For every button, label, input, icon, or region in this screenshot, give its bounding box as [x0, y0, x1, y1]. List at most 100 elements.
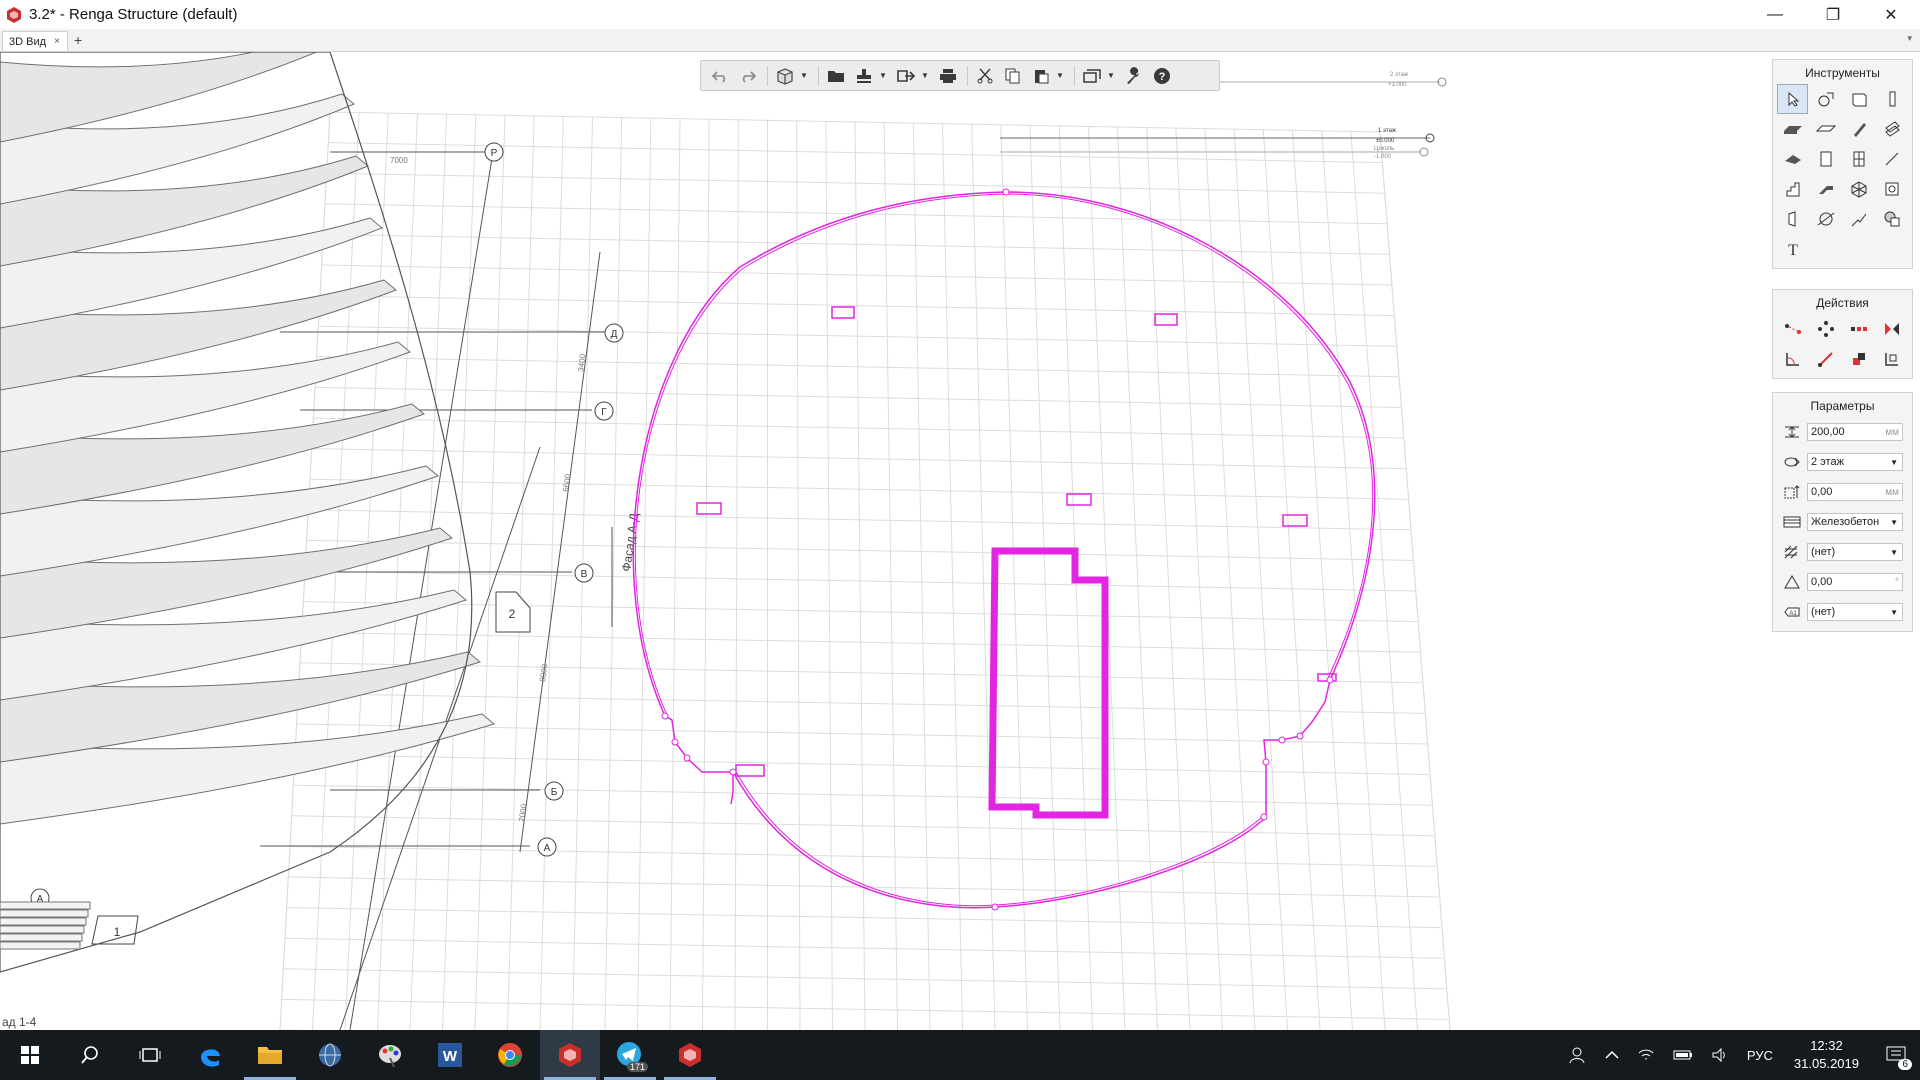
battery-icon[interactable] [1673, 1049, 1693, 1061]
equipment-tool[interactable] [1876, 174, 1907, 204]
stamp-button[interactable] [851, 63, 877, 89]
align-action[interactable] [1876, 344, 1907, 374]
undo-button[interactable] [707, 63, 733, 89]
window-icon [1853, 151, 1864, 167]
material-select[interactable]: Железобетон ▼ [1807, 513, 1903, 531]
tabs-dropdown-icon[interactable]: ▾ [1907, 33, 1912, 44]
paste-button[interactable] [1028, 63, 1054, 89]
window-title: 3.2* - Renga Structure (default) [29, 6, 238, 23]
minimize-button[interactable]: — [1746, 0, 1804, 29]
move-action[interactable] [1777, 314, 1808, 344]
export-dropdown-icon[interactable]: ▼ [921, 71, 931, 80]
volume-icon[interactable] [1711, 1047, 1729, 1063]
wall-tool[interactable] [1843, 84, 1874, 114]
slab-outline[interactable] [632, 191, 1376, 909]
word-app[interactable]: W [420, 1030, 480, 1080]
app-globe[interactable] [300, 1030, 360, 1080]
people-icon[interactable] [1569, 1046, 1587, 1064]
snap-tool[interactable] [1810, 84, 1841, 114]
stamp-dropdown-icon[interactable]: ▼ [879, 71, 889, 80]
viewport-canvas[interactable]: Р Д Г В Б А А 7000 3400 6600 8000 2000 Ф… [0, 52, 1920, 1030]
rotate-action[interactable] [1777, 344, 1808, 374]
notifications-button[interactable]: 6 [1886, 1046, 1912, 1070]
object-tool[interactable] [1843, 174, 1874, 204]
section-label: 1 [114, 925, 121, 939]
beam-tool[interactable] [1843, 114, 1874, 144]
mark-select[interactable]: (нет) ▼ [1807, 603, 1903, 621]
tab-close-icon[interactable]: × [54, 36, 60, 47]
hatch-select[interactable]: (нет) ▼ [1807, 543, 1903, 561]
floor-tool[interactable] [1810, 114, 1841, 144]
view-dropdown-icon[interactable]: ▼ [800, 71, 810, 80]
dimension-tool[interactable] [1810, 204, 1841, 234]
main-toolbar: ▼ ▼ ▼ ▼ ▼ ? [700, 60, 1220, 91]
ramp-tool[interactable] [1810, 174, 1841, 204]
copy-action[interactable] [1810, 314, 1841, 344]
close-button[interactable]: ✕ [1862, 0, 1920, 29]
slab-tool[interactable] [1777, 114, 1808, 144]
redo-button[interactable] [735, 63, 761, 89]
export-button[interactable] [893, 63, 919, 89]
view-cube-button[interactable] [772, 63, 798, 89]
thickness-input[interactable]: 200,00 мм [1807, 423, 1903, 441]
scale-action[interactable] [1843, 344, 1874, 374]
stair-tool[interactable] [1777, 174, 1808, 204]
linear-array-action[interactable] [1843, 314, 1874, 344]
open-folder-button[interactable] [823, 63, 849, 89]
parameters-panel-title: Параметры [1810, 399, 1875, 413]
line-icon [1885, 152, 1898, 166]
display-mode-button[interactable] [1079, 63, 1105, 89]
clock[interactable]: 12:32 31.05.2019 [1794, 1037, 1859, 1073]
start-button[interactable] [0, 1030, 60, 1080]
opening-tool[interactable] [1777, 204, 1808, 234]
help-icon: ? [1154, 67, 1170, 84]
app-paint[interactable] [360, 1030, 420, 1080]
level-select[interactable]: 2 этаж ▼ [1807, 453, 1903, 471]
renga-icon [559, 1043, 581, 1067]
renga-app-active[interactable] [540, 1030, 600, 1080]
line-tool[interactable] [1876, 144, 1907, 174]
rebar-tool[interactable] [1876, 114, 1907, 144]
extend-action[interactable] [1810, 344, 1841, 374]
axis-label: Г [601, 407, 607, 418]
hatch-tool[interactable] [1876, 204, 1907, 234]
chrome-app[interactable] [480, 1030, 540, 1080]
add-tab-button[interactable]: + [74, 32, 82, 48]
dimension-label: 7000 [390, 156, 408, 165]
tray-expand-icon[interactable] [1605, 1050, 1619, 1060]
snap-icon [1818, 92, 1833, 107]
settings-button[interactable] [1121, 63, 1147, 89]
text-tool[interactable]: T [1777, 234, 1808, 264]
door-tool[interactable] [1810, 144, 1841, 174]
chrome-icon [498, 1043, 522, 1067]
dimension-label: 2000 [517, 803, 528, 822]
wifi-icon[interactable] [1637, 1047, 1655, 1063]
select-tool[interactable] [1777, 84, 1808, 114]
window-tool[interactable] [1843, 144, 1874, 174]
renga-app[interactable] [660, 1030, 720, 1080]
tab-3d-view[interactable]: 3D Вид × [2, 31, 68, 51]
search-button[interactable] [60, 1030, 120, 1080]
column-tool[interactable] [1876, 84, 1907, 114]
language-indicator[interactable]: РУС [1747, 1048, 1773, 1063]
task-view-button[interactable] [120, 1030, 180, 1080]
mirror-action[interactable] [1876, 314, 1907, 344]
print-button[interactable] [935, 63, 961, 89]
telegram-app[interactable]: 171 [600, 1030, 660, 1080]
copy-button[interactable] [1000, 63, 1026, 89]
maximize-button[interactable]: ❐ [1804, 0, 1862, 29]
renga-logo-icon [7, 6, 21, 23]
display-dropdown-icon[interactable]: ▼ [1107, 71, 1117, 80]
cut-button[interactable] [972, 63, 998, 89]
angle-input[interactable]: 0,00 ° [1807, 573, 1903, 591]
offset-input[interactable]: 0,00 мм [1807, 483, 1903, 501]
svg-text:?: ? [1159, 71, 1166, 83]
axis-tool[interactable] [1843, 204, 1874, 234]
explorer-app[interactable] [240, 1030, 300, 1080]
edge-app[interactable] [180, 1030, 240, 1080]
help-button[interactable]: ? [1149, 63, 1175, 89]
roof-tool[interactable] [1777, 144, 1808, 174]
paste-dropdown-icon[interactable]: ▼ [1056, 71, 1066, 80]
3d-viewport[interactable]: Р Д Г В Б А А 7000 3400 6600 8000 2000 Ф… [0, 52, 1920, 1030]
material-icon [1781, 512, 1803, 532]
